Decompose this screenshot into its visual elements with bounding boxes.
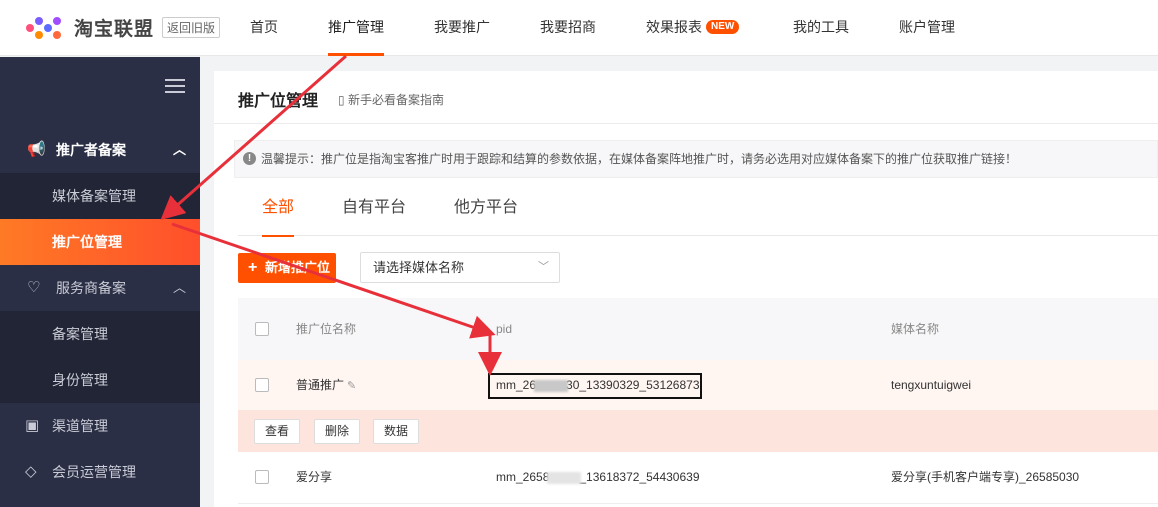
chevron-down-icon: ﹀ [538, 261, 549, 273]
nav-home[interactable]: 首页 [250, 0, 278, 56]
sidebar: 📢 推广者备案 ︿ 媒体备案管理 推广位管理 ♡ 服务商备案 ︿ 备案管理 身份… [0, 57, 200, 507]
table-row[interactable]: 爱分享 mm_2658 _13618372_54430639 爱分享(手机客户端专… [238, 452, 1158, 504]
sidebar-item-channel-management[interactable]: ▣ 渠道管理 [0, 403, 200, 449]
info-icon: ! [243, 152, 256, 165]
sidebar-item-label: 媒体备案管理 [52, 188, 136, 204]
table-header: 推广位名称 pid 媒体名称 [238, 298, 1158, 360]
column-header-pid: pid [496, 322, 513, 336]
logo-icon [26, 15, 68, 41]
sidebar-item-filing-management[interactable]: 备案管理 [0, 311, 200, 357]
adzone-name: 爱分享 [296, 470, 333, 484]
row-actions-bar: 查看 删除 数据 [238, 410, 1158, 452]
hamburger-menu-icon[interactable] [165, 79, 185, 93]
sidebar-item-label: 推广位管理 [52, 234, 122, 250]
adzone-name-cell: 普通推广 ✎ [296, 360, 356, 411]
main-panel: 推广位管理 ▯ 新手必看备案指南 ! 温馨提示：推广位是指淘宝客推广时用于跟踪和… [214, 71, 1158, 507]
sidebar-item-label: 备案管理 [52, 326, 108, 342]
media-name-cell: tengxuntuigwei [891, 378, 972, 392]
row-checkbox[interactable] [255, 378, 269, 392]
pid-cell: mm_2658 _13618372_54430639 [496, 452, 700, 502]
tab-own-platform[interactable]: 自有平台 [342, 185, 406, 236]
nav-my-tools[interactable]: 我的工具 [793, 0, 849, 56]
divider [214, 123, 1158, 124]
add-adzone-button[interactable]: + 新增推广位 [238, 253, 336, 283]
add-adzone-label: 新增推广位 [265, 260, 331, 275]
select-all-checkbox[interactable] [255, 322, 269, 336]
megaphone-icon: 📢 [27, 141, 46, 158]
back-to-old-version-button[interactable]: 返回旧版 [162, 17, 221, 38]
sidebar-item-member-operations[interactable]: ◇ 会员运营管理 [0, 449, 200, 495]
handshake-icon: ♡ [27, 279, 41, 296]
sidebar-item-identity-management[interactable]: 身份管理 [0, 357, 200, 403]
nav-merchant-recruit[interactable]: 我要招商 [540, 0, 596, 56]
tab-bar: 全部 自有平台 他方平台 [238, 185, 1158, 237]
sidebar-group-provider-filing[interactable]: ♡ 服务商备案 ︿ [0, 265, 200, 311]
sidebar-item-label: 会员运营管理 [52, 464, 136, 480]
pid-suffix: _13618372_54430639 [579, 470, 700, 484]
document-icon: ▯ [338, 93, 345, 107]
nav-reports[interactable]: 效果报表 NEW [646, 0, 740, 56]
chevron-up-icon: ︿ [172, 280, 186, 295]
adzone-name: 普通推广 [296, 378, 345, 392]
column-header-media: 媒体名称 [891, 322, 940, 336]
sidebar-item-label: 渠道管理 [52, 418, 108, 434]
view-button[interactable]: 查看 [254, 419, 301, 444]
tab-third-party-platform[interactable]: 他方平台 [454, 185, 518, 236]
sidebar-group-label: 推广者备案 [56, 142, 126, 158]
sidebar-group-promoter-filing[interactable]: 📢 推广者备案 ︿ [0, 127, 200, 173]
top-nav: 淘宝联盟 返回旧版 首页 推广管理 我要推广 我要招商 效果报表 NEW 我的工具… [0, 0, 1158, 56]
nav-promotion-management[interactable]: 推广管理 [328, 0, 384, 56]
tip-text: 温馨提示：推广位是指淘宝客推广时用于跟踪和结算的参数依据，在媒体备案阵地推广时，… [261, 152, 1018, 166]
logo-text: 淘宝联盟 [74, 19, 155, 40]
nav-promote[interactable]: 我要推广 [434, 0, 490, 56]
plus-icon: + [248, 259, 258, 276]
tab-all[interactable]: 全部 [262, 185, 295, 237]
pid-prefix: mm_2658 [496, 470, 550, 484]
edit-pencil-icon[interactable]: ✎ [347, 380, 356, 392]
data-button[interactable]: 数据 [373, 419, 420, 444]
delete-button[interactable]: 删除 [314, 419, 361, 444]
sidebar-item-media-filing[interactable]: 媒体备案管理 [0, 173, 200, 219]
chart-icon: ▣ [25, 417, 40, 434]
column-header-name: 推广位名称 [296, 322, 357, 336]
chevron-up-icon: ︿ [172, 142, 186, 157]
table-row[interactable]: 普通推广 ✎ mm_26 30_13390329_53126873 tengxunt… [238, 360, 1158, 410]
sidebar-item-adzone-management[interactable]: 推广位管理 [0, 219, 200, 265]
media-name-cell: 爱分享(手机客户端专享)_26585030 [891, 470, 1080, 484]
diamond-icon: ◇ [25, 463, 37, 480]
pid-highlight-box [488, 373, 702, 399]
media-select-placeholder: 请选择媒体名称 [373, 260, 465, 275]
redacted-mask [547, 471, 582, 484]
media-select[interactable]: 请选择媒体名称 ﹀ [360, 252, 560, 283]
row-checkbox[interactable] [255, 470, 269, 484]
sidebar-item-label: 身份管理 [52, 372, 108, 388]
nav-reports-label: 效果报表 [646, 19, 702, 35]
guide-link-label: 新手必看备案指南 [347, 93, 444, 107]
guide-link[interactable]: ▯ 新手必看备案指南 [338, 91, 444, 108]
nav-account[interactable]: 账户管理 [899, 0, 955, 56]
new-badge: NEW [706, 20, 740, 35]
sidebar-group-label: 服务商备案 [56, 280, 126, 296]
page-title: 推广位管理 [238, 93, 319, 110]
tip-banner: ! 温馨提示：推广位是指淘宝客推广时用于跟踪和结算的参数依据，在媒体备案阵地推广… [234, 140, 1158, 178]
taobao-union-logo[interactable]: 淘宝联盟 返回旧版 [26, 14, 221, 41]
